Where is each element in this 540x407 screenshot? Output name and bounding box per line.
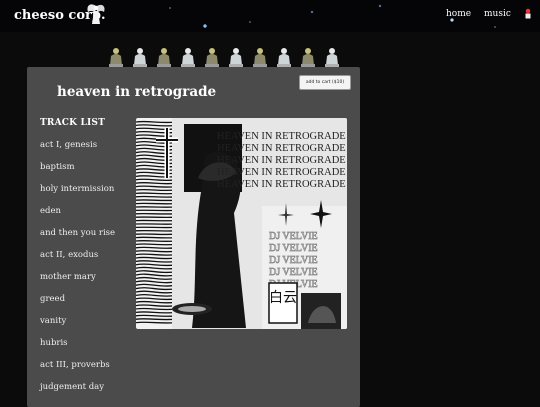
track-item[interactable]: judgement day: [40, 381, 115, 403]
cover-stripe: [136, 322, 176, 323]
track-item[interactable]: hubris: [40, 337, 115, 359]
cover-title-text: HEAVEN IN RETROGRADE: [217, 143, 346, 154]
praying-figure-icon: [180, 47, 196, 67]
track-item[interactable]: mother mary: [40, 271, 115, 293]
nav-home-link[interactable]: home: [446, 9, 471, 19]
praying-figure-icon: [300, 47, 316, 67]
cover-stripe: [136, 200, 176, 201]
cover-stripe: [136, 241, 176, 242]
cover-stripe: [136, 234, 176, 235]
album-title: heaven in retrograde: [57, 84, 216, 100]
cover-stripe: [136, 196, 176, 197]
cover-stripe: [136, 244, 176, 245]
track-item[interactable]: and then you rise: [40, 227, 115, 249]
track-item[interactable]: eden: [40, 205, 115, 227]
tracklist: act I, genesis baptism holy intermission…: [40, 139, 115, 403]
cart-icon[interactable]: [523, 8, 533, 20]
track-item[interactable]: greed: [40, 293, 115, 315]
cover-stripe: [136, 237, 176, 238]
tracklist-heading: TRACK LIST: [40, 118, 105, 128]
praying-figure-icon: [156, 47, 172, 67]
cover-artist-text: DJ VELVIE: [269, 255, 318, 266]
praying-figure-icon: [228, 47, 244, 67]
praying-figure-icon: [324, 47, 340, 67]
praying-figure-icon: [132, 47, 148, 67]
track-item[interactable]: act I, genesis: [40, 139, 115, 161]
kanji-box: 白云: [269, 283, 297, 323]
track-item[interactable]: baptism: [40, 161, 115, 183]
cover-stripe: [136, 203, 176, 204]
nav-music-link[interactable]: music: [484, 9, 511, 19]
cover-title-text: HEAVEN IN RETROGRADE: [217, 167, 346, 178]
top-bar: cheeso corp. home music: [0, 0, 540, 32]
cover-title-text: HEAVEN IN RETROGRADE: [217, 179, 346, 190]
cover-artist-text: DJ VELVIE: [269, 231, 318, 242]
praying-figure-icon: [204, 47, 220, 67]
cover-stripe: [136, 193, 176, 194]
praying-figure-icon: [276, 47, 292, 67]
cover-artist-text: DJ VELVIE: [269, 267, 318, 278]
angel-icon: [86, 2, 106, 26]
praying-figure-icon: [108, 47, 124, 67]
praying-figure-icon: [252, 47, 268, 67]
decorative-figure-row: [108, 47, 340, 69]
album-panel: add to cart ($10) heaven in retrograde T…: [27, 67, 360, 407]
cover-artist-text: DJ VELVIE: [269, 243, 318, 254]
track-item[interactable]: act II, exodus: [40, 249, 115, 271]
cover-kanji-text: 白云: [269, 290, 297, 306]
track-item[interactable]: holy intermission: [40, 183, 115, 205]
add-to-cart-button[interactable]: add to cart ($10): [299, 75, 351, 90]
cover-title-text: HEAVEN IN RETROGRADE: [217, 131, 346, 142]
album-cover-art: HEAVEN IN RETROGRADE HEAVEN IN RETROGRAD…: [136, 118, 347, 329]
track-item[interactable]: act III, proverbs: [40, 359, 115, 381]
track-item[interactable]: vanity: [40, 315, 115, 337]
cover-title-text: HEAVEN IN RETROGRADE: [217, 155, 346, 166]
